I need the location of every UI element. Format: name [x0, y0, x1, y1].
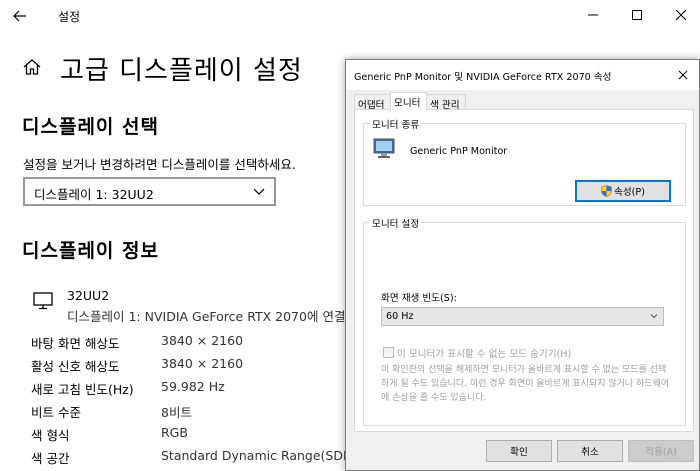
monitor-type-name: Generic PnP Monitor: [410, 146, 508, 157]
apply-button[interactable]: 적용(A): [628, 440, 694, 462]
monitor-properties-button-label: 속성(P): [614, 187, 645, 198]
shield-icon: [601, 185, 612, 197]
info-label: 색 형식: [31, 428, 70, 443]
home-icon[interactable]: [22, 58, 42, 76]
tab-color-management[interactable]: 색 관리: [426, 94, 466, 111]
select-display-heading: 디스플레이 선택: [22, 116, 159, 138]
close-button[interactable]: [666, 4, 696, 26]
refresh-rate-select[interactable]: 60 Hz: [381, 307, 664, 326]
monitor-type-group-label: 모니터 종류: [370, 117, 422, 131]
back-button[interactable]: [8, 4, 32, 28]
info-label: 바탕 화면 해상도: [31, 336, 120, 351]
info-value: 8비트: [161, 405, 192, 420]
ok-button[interactable]: 확인: [486, 440, 552, 462]
window-title: 설정: [58, 10, 81, 24]
back-arrow-icon: [13, 10, 26, 22]
select-instruction: 설정을 보거나 변경하려면 디스플레이를 선택하세요.: [23, 157, 296, 172]
apply-button-label: 적용(A): [645, 447, 677, 458]
chevron-down-icon: [253, 188, 265, 195]
monitor-settings-group-label: 모니터 설정: [370, 216, 422, 230]
info-label: 활성 신호 해상도: [31, 359, 120, 374]
monitor-tab-panel: 모니터 종류 Generic PnP Monitor 속성(P) 모니터 설정: [354, 109, 694, 432]
refresh-rate-value: 60 Hz: [386, 311, 414, 322]
info-value: Standard Dynamic Range(SDR): [161, 448, 357, 463]
info-value: RGB: [161, 425, 188, 440]
dialog-titlebar: Generic PnP Monitor 및 NVIDIA GeForce RTX…: [346, 60, 699, 90]
info-label: 색 공간: [31, 451, 70, 466]
settings-titlebar: 설정: [0, 0, 700, 32]
ok-button-label: 확인: [510, 447, 528, 458]
info-label: 새로 고침 빈도(Hz): [31, 382, 134, 397]
monitor-icon: [33, 292, 53, 310]
dialog-close-button[interactable]: [673, 65, 693, 85]
monitor-properties-dialog: Generic PnP Monitor 및 NVIDIA GeForce RTX…: [345, 59, 700, 471]
maximize-icon: [632, 10, 642, 20]
cancel-button[interactable]: 취소: [557, 440, 623, 462]
display-select-value: 디스플레이 1: 32UU2: [34, 187, 154, 202]
tab-adapter[interactable]: 어댑터: [354, 94, 391, 111]
info-value: 59.982 Hz: [161, 379, 225, 394]
info-label: 비트 수준: [31, 405, 81, 420]
display-select[interactable]: 디스플레이 1: 32UU2: [23, 177, 276, 206]
monitor-type-group: 모니터 종류 Generic PnP Monitor 속성(P): [363, 117, 686, 206]
close-icon: [675, 9, 687, 21]
hide-modes-label: 이 모니터가 표시할 수 없는 모드 숨기기(H): [397, 349, 572, 360]
hide-modes-description: 이 확인란의 선택을 해제하면 모니터가 올바르게 표시할 수 없는 모드를 선…: [381, 365, 670, 403]
display-info-heading: 디스플레이 정보: [22, 240, 159, 262]
page-title: 고급 디스플레이 설정: [60, 56, 303, 86]
dialog-title: Generic PnP Monitor 및 NVIDIA GeForce RTX…: [354, 72, 612, 83]
monitor-name: 32UU2: [67, 288, 110, 303]
info-value: 3840 × 2160: [161, 333, 244, 348]
monitor-properties-button[interactable]: 속성(P): [575, 180, 671, 202]
refresh-rate-label: 화면 재생 빈도(S):: [381, 293, 457, 304]
minimize-button[interactable]: [578, 4, 608, 26]
minimize-icon: [588, 14, 598, 16]
monitor-connection: 디스플레이 1: NVIDIA GeForce RTX 2070에 연결됨: [67, 309, 357, 324]
chevron-down-icon: [650, 314, 658, 319]
close-icon: [678, 70, 688, 80]
maximize-button[interactable]: [622, 4, 652, 26]
tab-monitor[interactable]: 모니터: [390, 92, 427, 111]
cancel-button-label: 취소: [581, 447, 599, 458]
hide-modes-checkbox[interactable]: [383, 347, 394, 358]
monitor-device-icon: [373, 138, 395, 158]
info-value: 3840 × 2160: [161, 356, 244, 371]
